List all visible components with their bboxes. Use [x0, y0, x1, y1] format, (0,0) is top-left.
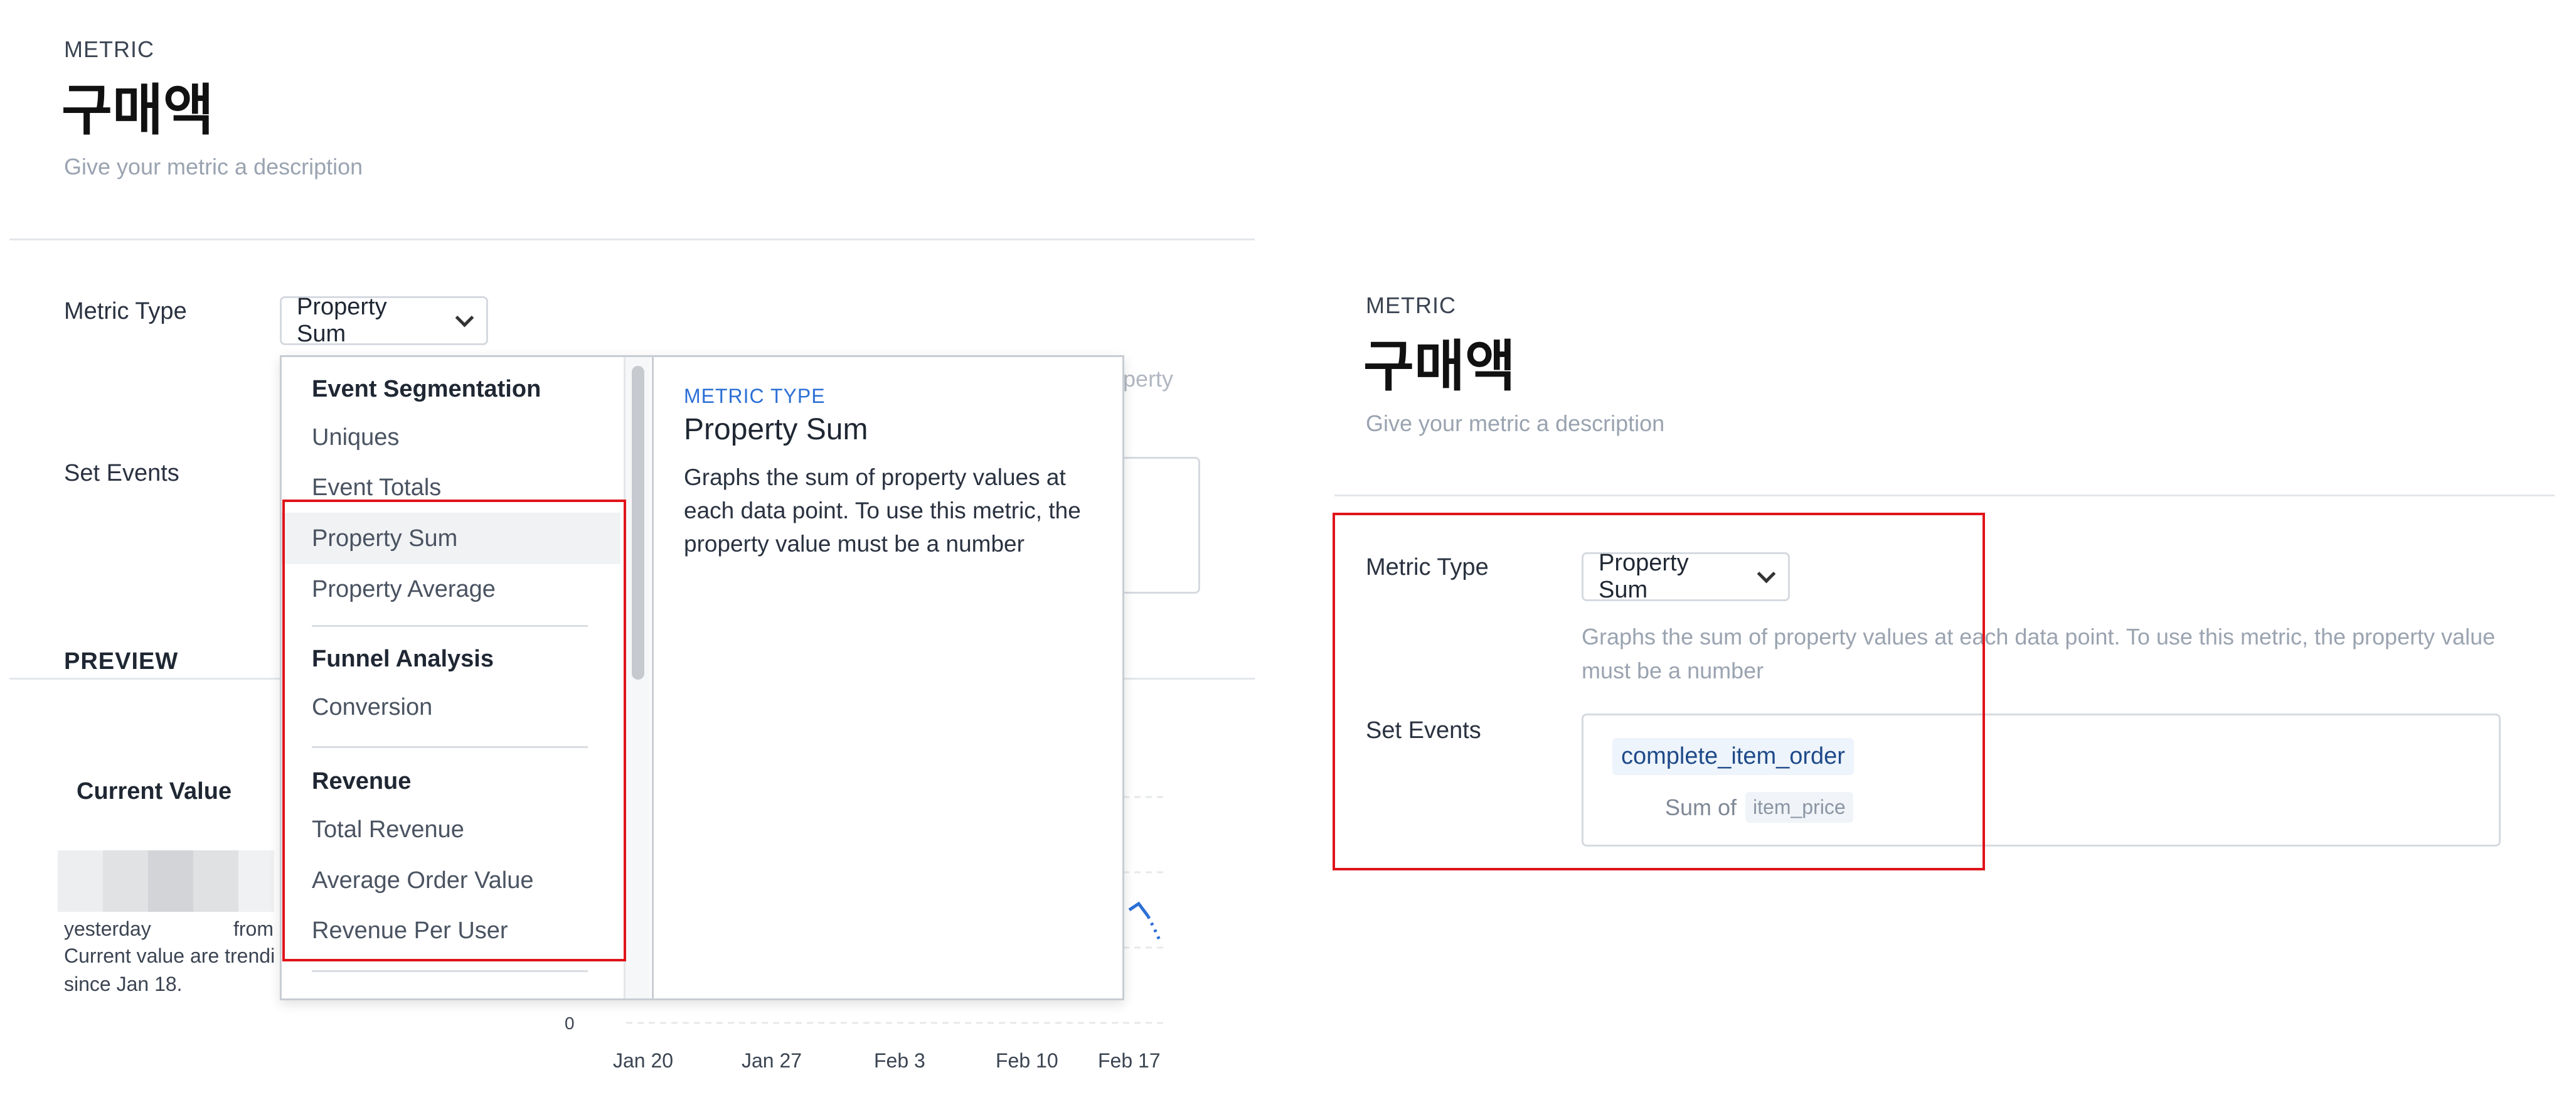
section-label: METRIC: [1366, 292, 1456, 318]
group-event-segmentation: Event Segmentation: [312, 376, 541, 402]
yesterday-text: yesterday: [64, 917, 151, 940]
section-label: METRIC: [64, 36, 154, 62]
header-divider: [1334, 495, 2555, 496]
info-title: Property Sum: [684, 413, 868, 446]
dropdown-scrollbar[interactable]: [624, 357, 651, 998]
chevron-down-icon: [455, 308, 474, 327]
page-title: 구매액: [1363, 334, 1516, 398]
scrollbar-thumb[interactable]: [632, 366, 644, 680]
metric-type-select-value: Property Sum: [297, 294, 387, 347]
highlight-box: [282, 500, 626, 961]
metric-type-select[interactable]: Property Sum: [280, 294, 488, 347]
option-uniques[interactable]: Uniques: [282, 412, 620, 463]
group-separator: [312, 970, 588, 972]
x-tick-label: Feb 10: [996, 1049, 1058, 1072]
series-line: [1128, 901, 1149, 917]
y-tick-label: 0: [565, 1013, 575, 1033]
current-value-label: Current Value: [77, 778, 232, 805]
series-line-projected: [1146, 915, 1163, 944]
info-body: Graphs the sum of property values at eac…: [684, 464, 1081, 557]
metric-type-label: Metric Type: [64, 298, 187, 324]
x-tick-label: Feb 17: [1098, 1049, 1161, 1072]
events-box-behind: [1117, 457, 1200, 594]
x-tick-label: Jan 20: [613, 1049, 674, 1072]
trend-text-line2: since Jan 18.: [64, 973, 183, 995]
description-input[interactable]: Give your metric a description: [64, 154, 363, 180]
preview-label: PREVIEW: [64, 648, 179, 675]
x-tick-label: Jan 27: [742, 1049, 802, 1072]
header-divider: [9, 238, 1255, 240]
metric-type-info-panel: METRIC TYPE Property Sum Graphs the sum …: [652, 357, 1122, 998]
set-events-label: Set Events: [64, 460, 179, 486]
blurred-value: [58, 850, 274, 912]
highlight-box: [1333, 513, 1985, 870]
page-title: 구매액: [61, 78, 214, 142]
trend-text-line1: Current value are trendi: [64, 944, 275, 967]
x-tick-label: Feb 3: [874, 1049, 925, 1072]
info-kicker: METRIC TYPE: [684, 385, 826, 407]
description-input[interactable]: Give your metric a description: [1366, 410, 1664, 437]
from-text: from: [233, 917, 274, 940]
